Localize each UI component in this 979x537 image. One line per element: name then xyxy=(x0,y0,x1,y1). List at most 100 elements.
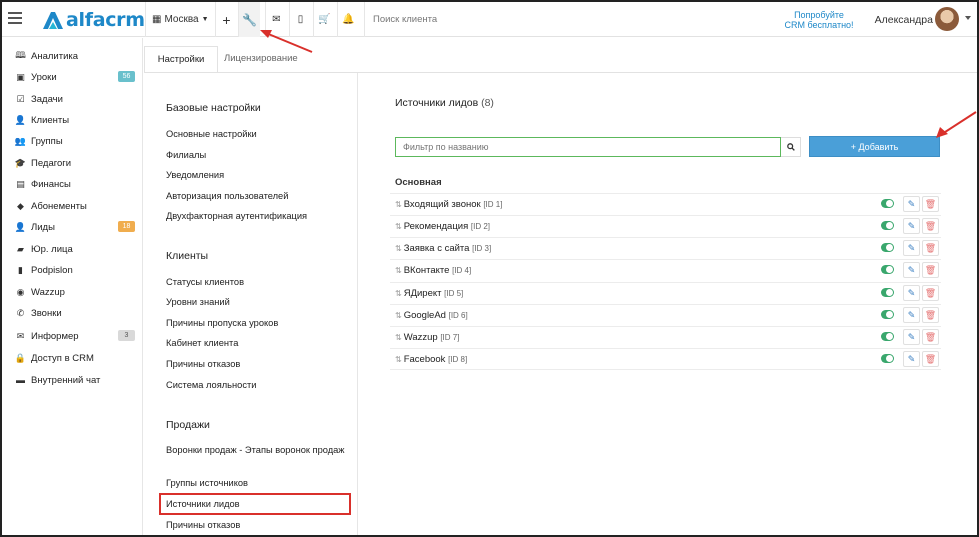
lead-source-label: GoogleAd xyxy=(403,310,446,321)
sidebar-item-analytics[interactable]: 🕮 Аналитика xyxy=(14,47,136,65)
client-search-input[interactable]: Поиск клиента xyxy=(364,2,654,37)
free-trial-link[interactable]: Попробуйте CRM бесплатно! xyxy=(779,10,859,30)
sort-icon[interactable]: ⇅ xyxy=(395,333,402,342)
sort-icon[interactable]: ⇅ xyxy=(395,222,402,231)
sidebar-item-wazzup[interactable]: ◉ Wazzup xyxy=(14,283,136,301)
menu-item-source-groups[interactable]: Группы источников xyxy=(166,477,346,489)
menu-item-client-statuses[interactable]: Статусы клиентов xyxy=(166,276,346,288)
briefcase-icon: ▰ xyxy=(17,243,24,254)
lead-source-name[interactable]: ⇅ ЯДирект [ID 5] xyxy=(395,288,463,299)
menu-item-loyalty-system[interactable]: Система лояльности xyxy=(166,379,346,391)
menu-item-user-authorization[interactable]: Авторизация пользователей xyxy=(166,190,346,202)
edit-button[interactable]: ✎ xyxy=(903,307,920,323)
active-toggle[interactable] xyxy=(881,243,894,252)
filter-input[interactable] xyxy=(395,137,781,157)
lead-source-name[interactable]: ⇅ Заявка с сайта [ID 3] xyxy=(395,243,491,254)
sidebar-item-legal-entities[interactable]: ▰ Юр. лица xyxy=(14,240,136,258)
menu-item-main-settings[interactable]: Основные настройки xyxy=(166,128,346,140)
delete-button[interactable]: 🗑 xyxy=(922,196,939,212)
edit-button[interactable]: ✎ xyxy=(903,262,920,278)
menu-icon[interactable] xyxy=(8,12,22,24)
menu-item-two-factor-auth[interactable]: Двухфакторная аутентификация xyxy=(166,210,346,222)
lead-source-name[interactable]: ⇅ ВКонтакте [ID 4] xyxy=(395,265,471,276)
tab-settings[interactable]: Настройки xyxy=(144,46,218,72)
sidebar-item-subscriptions[interactable]: ◆ Абонементы xyxy=(14,197,136,215)
cart-button[interactable]: 🛒 xyxy=(313,2,335,37)
menu-item-absence-reasons[interactable]: Причины пропуска уроков xyxy=(166,317,346,329)
lead-source-id: [ID 7] xyxy=(440,333,460,342)
sidebar-item-clients[interactable]: 👤 Клиенты xyxy=(14,111,136,129)
sort-icon[interactable]: ⇅ xyxy=(395,355,402,364)
active-toggle[interactable] xyxy=(881,221,894,230)
menu-item-notifications[interactable]: Уведомления xyxy=(166,169,346,181)
sidebar-item-lessons[interactable]: ▣ Уроки 56 xyxy=(14,68,136,86)
tab-licensing[interactable]: Лицензирование xyxy=(224,46,314,72)
sidebar-item-label: Группы xyxy=(31,135,63,147)
group-label: Основная xyxy=(395,177,442,188)
sort-icon[interactable]: ⇅ xyxy=(395,311,402,320)
logo[interactable]: alfacrm xyxy=(42,9,145,31)
active-toggle[interactable] xyxy=(881,354,894,363)
sidebar-item-label: Аналитика xyxy=(31,50,79,62)
menu-item-client-refusal-reasons[interactable]: Причины отказов xyxy=(166,358,346,370)
active-toggle[interactable] xyxy=(881,332,894,341)
sort-icon[interactable]: ⇅ xyxy=(395,244,402,253)
edit-button[interactable]: ✎ xyxy=(903,218,920,234)
menu-item-knowledge-levels[interactable]: Уровни знаний xyxy=(166,296,346,308)
delete-button[interactable]: 🗑 xyxy=(922,351,939,367)
edit-button[interactable]: ✎ xyxy=(903,329,920,345)
edit-button[interactable]: ✎ xyxy=(903,351,920,367)
add-button[interactable]: + xyxy=(215,2,237,37)
avatar[interactable] xyxy=(935,7,959,31)
menu-item-client-cabinet[interactable]: Кабинет клиента xyxy=(166,337,346,349)
delete-button[interactable]: 🗑 xyxy=(922,218,939,234)
active-toggle[interactable] xyxy=(881,199,894,208)
active-toggle[interactable] xyxy=(881,310,894,319)
lead-source-name[interactable]: ⇅ Facebook [ID 8] xyxy=(395,354,467,365)
filter-search-button[interactable] xyxy=(781,137,801,157)
sidebar-item-label: Юр. лица xyxy=(31,243,73,255)
add-lead-source-button[interactable]: + Добавить xyxy=(809,136,940,157)
delete-button[interactable]: 🗑 xyxy=(922,307,939,323)
sidebar-item-leads[interactable]: 👤 Лиды 18 xyxy=(14,218,136,236)
sidebar-item-podpislon[interactable]: ▮ Podpislon xyxy=(14,261,136,279)
delete-button[interactable]: 🗑 xyxy=(922,240,939,256)
mobile-button[interactable]: ▯ xyxy=(289,2,311,37)
lead-source-name[interactable]: ⇅ Wazzup [ID 7] xyxy=(395,332,459,343)
sort-icon[interactable]: ⇅ xyxy=(395,266,402,275)
sidebar-item-crm-access[interactable]: 🔒 Доступ в CRM xyxy=(14,349,136,367)
sidebar-item-finance[interactable]: ▤ Финансы xyxy=(14,175,136,193)
sort-icon[interactable]: ⇅ xyxy=(395,289,402,298)
menu-item-branches[interactable]: Филиалы xyxy=(166,149,346,161)
tag-icon: ◆ xyxy=(17,200,24,211)
lead-source-id: [ID 3] xyxy=(472,244,492,253)
sidebar-item-informer[interactable]: ✉ Информер 3 xyxy=(14,327,136,345)
delete-button[interactable]: 🗑 xyxy=(922,285,939,301)
sort-icon[interactable]: ⇅ xyxy=(395,200,402,209)
lead-source-name[interactable]: ⇅ Входящий звонок [ID 1] xyxy=(395,199,502,210)
lead-source-name[interactable]: ⇅ Рекомендация [ID 2] xyxy=(395,221,490,232)
settings-button[interactable]: 🔧 xyxy=(238,2,260,37)
menu-item-sales-refusal-reasons[interactable]: Причины отказов xyxy=(166,519,346,531)
lead-source-label: Facebook xyxy=(403,354,446,365)
sidebar-item-teachers[interactable]: 🎓 Педагоги xyxy=(14,154,136,172)
sidebar-item-groups[interactable]: 👥 Группы xyxy=(14,132,136,150)
active-toggle[interactable] xyxy=(881,288,894,297)
delete-button[interactable]: 🗑 xyxy=(922,262,939,278)
delete-button[interactable]: 🗑 xyxy=(922,329,939,345)
lead-source-name[interactable]: ⇅ GoogleAd [ID 6] xyxy=(395,310,468,321)
chevron-down-icon[interactable] xyxy=(965,16,971,20)
edit-button[interactable]: ✎ xyxy=(903,240,920,256)
sidebar-item-calls[interactable]: ✆ Звонки xyxy=(14,304,136,322)
edit-button[interactable]: ✎ xyxy=(903,196,920,212)
sidebar-item-internal-chat[interactable]: ▬ Внутренний чат xyxy=(14,371,136,389)
menu-item-sales-funnels[interactable]: Воронки продаж - Этапы воронок продаж xyxy=(166,444,346,456)
city-selector[interactable]: ▦ Москва ▼ xyxy=(145,2,215,37)
envelope-icon: ✉ xyxy=(16,330,25,341)
mail-button[interactable]: ✉ xyxy=(265,2,287,37)
notifications-button[interactable]: 🔔 xyxy=(337,2,359,37)
sidebar-item-tasks[interactable]: ☑ Задачи xyxy=(14,90,136,108)
active-toggle[interactable] xyxy=(881,265,894,274)
user-name[interactable]: Александра xyxy=(875,14,933,26)
edit-button[interactable]: ✎ xyxy=(903,285,920,301)
